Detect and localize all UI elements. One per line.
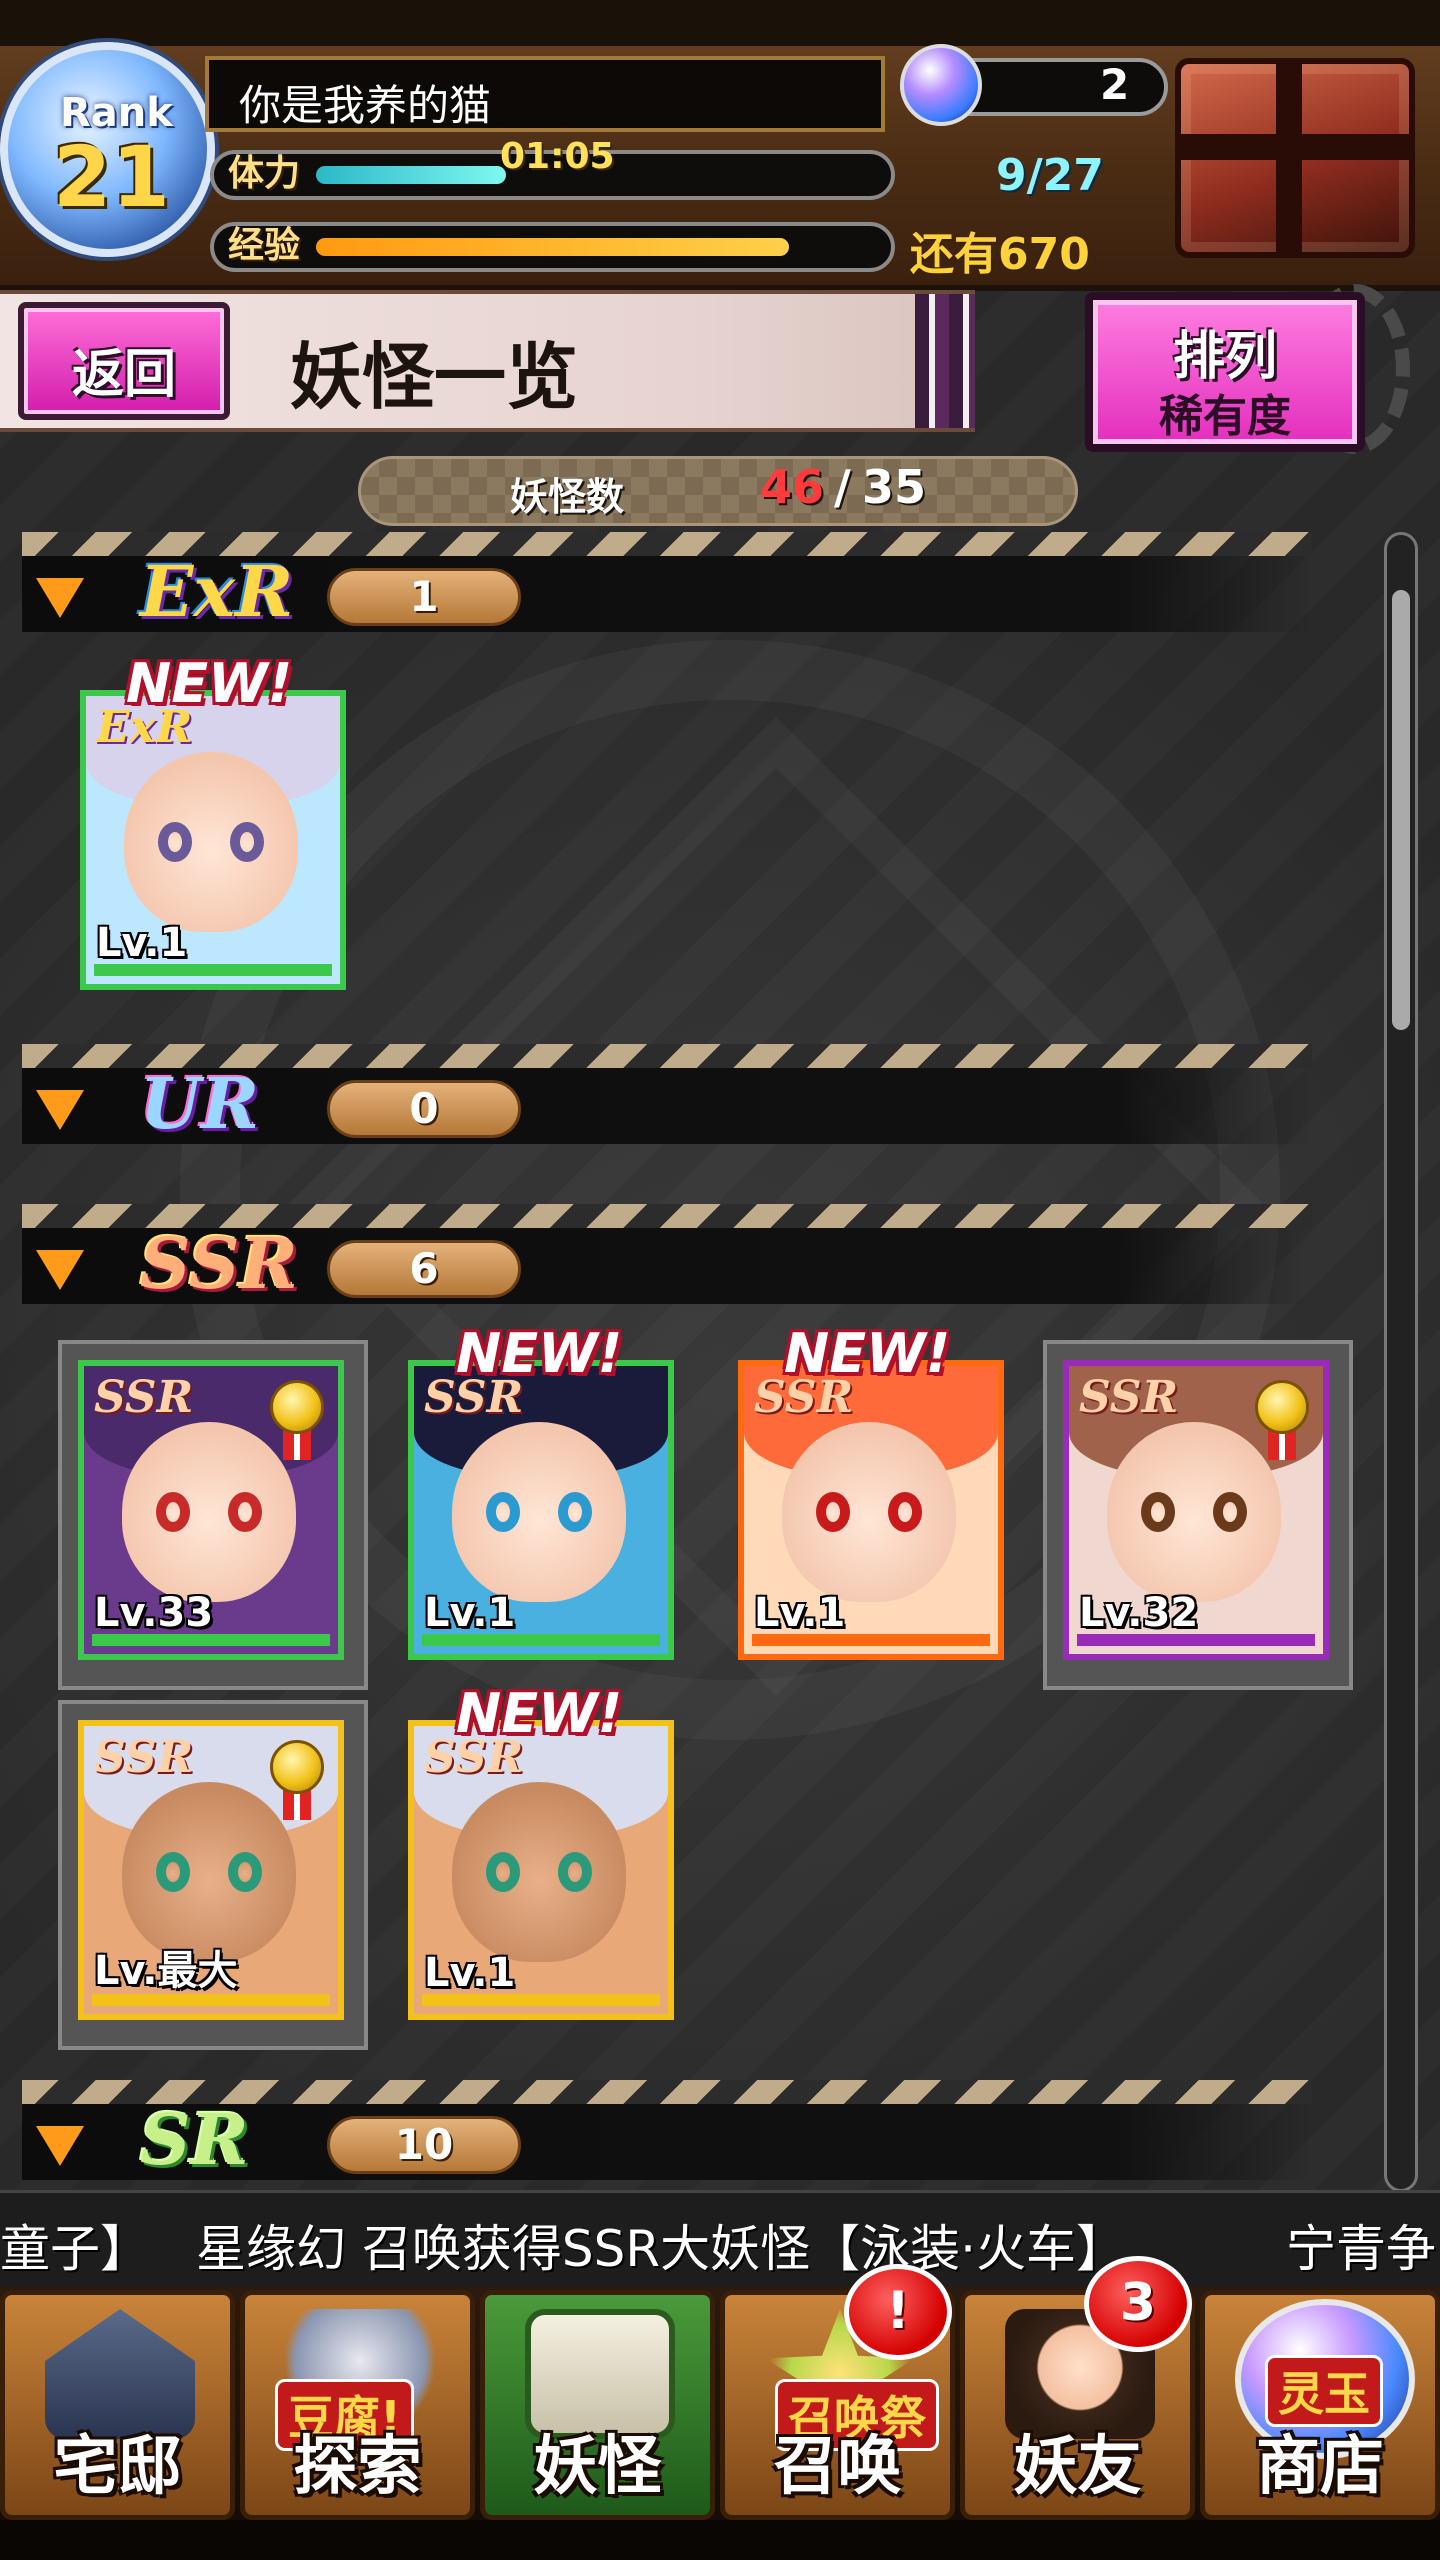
exp-remaining: 还有670 xyxy=(910,229,1090,280)
medal-icon xyxy=(1255,1380,1309,1460)
rank-badge[interactable]: Rank 21 xyxy=(0,42,215,257)
ticker-fragment-left: 童子】 xyxy=(0,2220,150,2278)
rarity-count: 0 xyxy=(327,1080,521,1138)
section-sr[interactable]: SR 10 xyxy=(22,2080,1312,2181)
stamina-timer: 01:05 xyxy=(500,136,615,177)
yokai-count-pill xyxy=(358,456,1078,526)
stamina-count: 9/27 xyxy=(996,150,1104,201)
yokai-card[interactable]: SSR Lv.1 xyxy=(408,1720,674,2020)
yokai-count-max: 35 xyxy=(862,460,927,514)
card-rarity-badge: SSR xyxy=(1079,1372,1179,1423)
page-title: 妖怪一览 xyxy=(290,334,579,419)
exp-fill xyxy=(316,238,789,256)
card-level: Lv.最大 xyxy=(94,1948,238,1994)
collapse-arrow-icon[interactable] xyxy=(36,1250,84,1290)
collapse-arrow-icon[interactable] xyxy=(36,578,84,618)
nav-label: 宅邸 xyxy=(53,2429,182,2504)
medal-icon xyxy=(270,1380,324,1460)
new-badge: NEW! xyxy=(784,1322,951,1385)
rarity-label: SR xyxy=(140,2098,249,2181)
notification-badge: ! xyxy=(844,2264,952,2360)
announcement-ticker: 童子】 星缘幻 召唤获得SSR大妖怪【泳装·火车】 宁青争 xyxy=(0,2190,1440,2289)
back-button[interactable]: 返回 xyxy=(18,302,230,420)
rarity-label: UR xyxy=(140,1062,260,1145)
back-button-label: 返回 xyxy=(71,345,176,405)
rank-value: 21 xyxy=(53,128,170,226)
card-level: Lv.1 xyxy=(424,1950,516,1996)
yokai-count-separator: / xyxy=(834,460,851,514)
spirit-orb-icon xyxy=(900,44,982,126)
nav-label: 妖怪 xyxy=(533,2429,662,2504)
card-art-face xyxy=(782,1422,956,1602)
card-level: Lv.33 xyxy=(94,1590,214,1636)
ticker-message: 星缘幻 召唤获得SSR大妖怪【泳装·火车】 xyxy=(196,2220,1127,2278)
nav-label: 妖友 xyxy=(1013,2429,1142,2504)
notification-badge: 3 xyxy=(1084,2256,1192,2352)
nav-explore[interactable]: 豆腐! 探索 xyxy=(240,2290,475,2520)
nav-label: 探索 xyxy=(293,2429,422,2504)
yokai-count-label: 妖怪数 xyxy=(510,475,625,519)
stamina-label: 体力 xyxy=(228,153,301,194)
card-level: Lv.1 xyxy=(424,1590,516,1636)
card-art-face xyxy=(452,1422,626,1602)
rarity-count: 6 xyxy=(327,1240,521,1298)
rarity-count: 1 xyxy=(327,568,521,626)
card-art-face xyxy=(124,752,298,932)
yokai-card[interactable]: ExR Lv.1 xyxy=(80,690,346,990)
exp-label: 经验 xyxy=(228,225,301,266)
gift-box-icon[interactable] xyxy=(1175,58,1415,258)
yokai-card[interactable]: SSR Lv.32 xyxy=(1063,1360,1329,1660)
nav-shop[interactable]: 灵玉 商店 xyxy=(1200,2290,1440,2520)
yokai-card[interactable]: SSR Lv.1 xyxy=(408,1360,674,1660)
card-rarity-badge: SSR xyxy=(94,1732,194,1783)
card-level: Lv.32 xyxy=(1079,1590,1199,1636)
section-exr[interactable]: ExR 1 xyxy=(22,532,1312,633)
section-ssr[interactable]: SSR 6 xyxy=(22,1204,1312,1305)
bottom-edge xyxy=(0,2520,1440,2560)
nav-yokai[interactable]: 妖怪 xyxy=(480,2290,715,2520)
new-badge: NEW! xyxy=(456,1322,623,1385)
card-level: Lv.1 xyxy=(754,1590,846,1636)
status-strip xyxy=(0,0,1440,46)
yokai-card[interactable]: SSR Lv.最大 xyxy=(78,1720,344,2020)
yokai-card[interactable]: SSR Lv.1 xyxy=(738,1360,1004,1660)
sort-button[interactable]: 排列 稀有度 xyxy=(1085,292,1365,452)
yokai-count-current: 46 xyxy=(760,460,825,514)
sort-button-label: 排列 xyxy=(1172,327,1277,387)
new-badge: NEW! xyxy=(126,652,293,715)
rarity-count: 10 xyxy=(327,2116,521,2174)
new-badge: NEW! xyxy=(456,1682,623,1745)
nav-label: 商店 xyxy=(1256,2429,1384,2504)
card-level: Lv.1 xyxy=(96,920,188,966)
orb-count: 2 xyxy=(1100,60,1130,109)
card-rarity-badge: SSR xyxy=(94,1372,194,1423)
ticker-fragment-right: 宁青争 xyxy=(1286,2220,1436,2278)
scrollbar-thumb[interactable] xyxy=(1392,590,1410,1030)
yokai-card[interactable]: SSR Lv.33 xyxy=(78,1360,344,1660)
sort-mode: 稀有度 xyxy=(1159,391,1291,442)
player-name: 你是我养的猫 xyxy=(239,81,492,130)
collapse-arrow-icon[interactable] xyxy=(36,2126,84,2166)
player-name-box[interactable]: 你是我养的猫 xyxy=(205,56,885,132)
card-art-face xyxy=(452,1782,626,1962)
section-ur[interactable]: UR 0 xyxy=(22,1044,1312,1145)
nav-mansion[interactable]: 宅邸 xyxy=(0,2290,235,2520)
medal-icon xyxy=(270,1740,324,1820)
stamina-fill xyxy=(316,166,506,184)
collapse-arrow-icon[interactable] xyxy=(36,1090,84,1130)
rarity-label: SSR xyxy=(140,1222,298,1305)
rarity-label: ExR xyxy=(140,550,294,633)
nav-label: 召唤 xyxy=(773,2429,902,2504)
